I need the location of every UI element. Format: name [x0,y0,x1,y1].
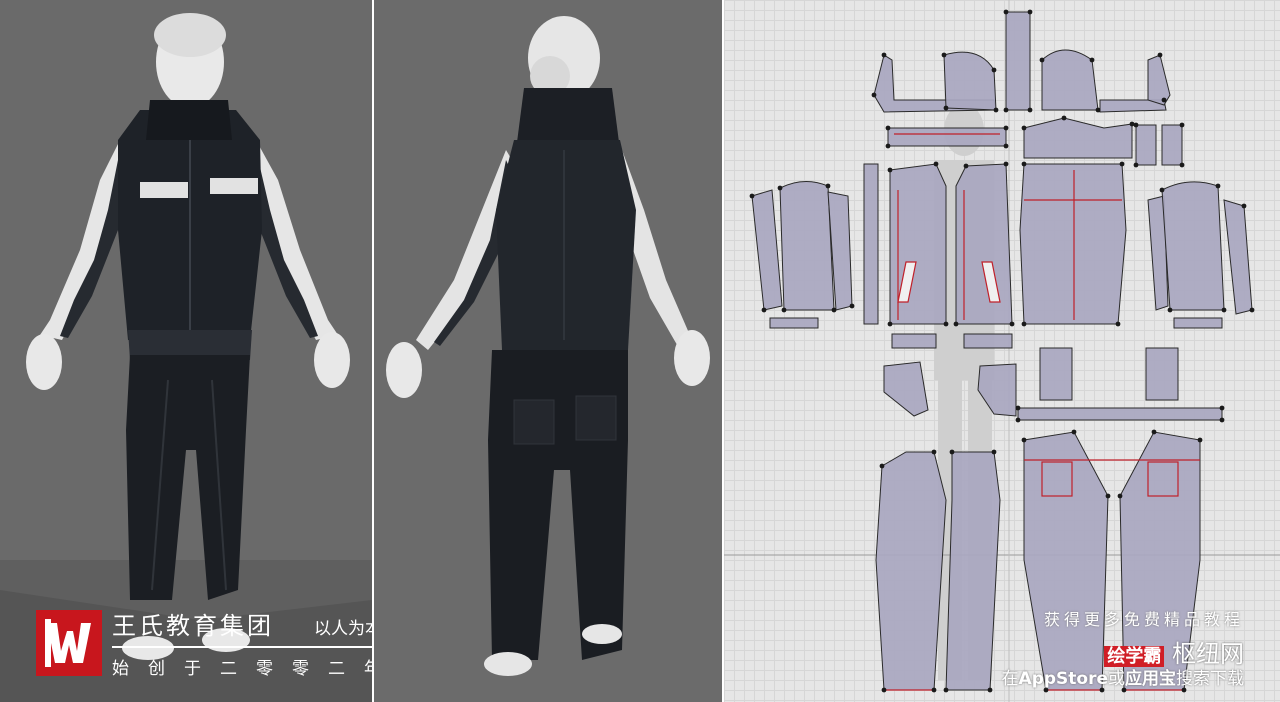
band-front[interactable] [887,127,1007,147]
brand-divider [112,646,372,648]
pocket-welt-a[interactable] [891,333,937,349]
gusset-left[interactable] [1039,347,1073,401]
pocket-bag-left[interactable] [883,361,929,417]
wang-education-logo-icon [36,610,102,676]
back-yoke[interactable] [1023,117,1133,159]
sleeve-right-upper[interactable] [1161,181,1225,311]
download-or: 或 [1108,669,1125,689]
site-name: 枢纽网 [1172,640,1244,668]
pattern-pieces [724,0,1280,702]
download-suffix: 搜索下载 [1176,669,1244,689]
brand-slogan: 以人为本 [314,619,372,639]
collar-tab-right[interactable] [1147,54,1171,106]
back-panel[interactable] [1019,163,1127,325]
sleeve-right-under[interactable] [1223,199,1253,315]
store-appstore: AppStore [1018,669,1108,689]
hood-piece-right[interactable] [1041,49,1099,111]
brand-founded-text: 始创于二零零二年 [112,659,372,679]
promo-app-line: 绘学霸 枢纽网 [944,634,1244,668]
cuff-piece-b[interactable] [1161,124,1183,166]
front-3d-view: 王氏教育集团 以人为本 始创于二零零二年 [0,0,372,702]
store-yingyongbao: 应用宝 [1125,669,1176,689]
app-name-badge: 绘学霸 [1104,646,1165,667]
sleeve-left-under[interactable] [751,189,783,311]
back-3d-view [374,0,722,702]
cuff-piece-a[interactable] [1135,124,1157,166]
brand-block: 王氏教育集团 以人为本 始创于二零零二年 [36,608,372,680]
sleeve-cuff-right[interactable] [1173,317,1223,329]
download-prefix: 在 [1001,669,1019,689]
sleeve-cuff-left[interactable] [769,317,819,329]
trouser-front-left[interactable] [875,451,947,691]
brand-name: 王氏教育集团 [112,612,274,640]
gusset-right[interactable] [1145,347,1179,401]
zip-placket-left[interactable] [863,163,879,325]
promo-watermark: 获得更多免费精品教程 绘学霸 枢纽网 在AppStore或应用宝搜索下载 [944,606,1244,689]
sleeve-left-upper[interactable] [779,181,835,311]
pattern-piece-group [751,11,1253,691]
hood-piece-left[interactable] [943,51,997,111]
waistband[interactable] [1017,407,1223,421]
hood-center-strip[interactable] [1005,11,1031,111]
pattern-2d-view: 获得更多免费精品教程 绘学霸 枢纽网 在AppStore或应用宝搜索下载 [724,0,1280,702]
promo-headline: 获得更多免费精品教程 [1043,610,1244,629]
front-avatar-figure [0,13,372,702]
pocket-welt-b[interactable] [963,333,1013,349]
back-avatar-figure [386,16,710,676]
